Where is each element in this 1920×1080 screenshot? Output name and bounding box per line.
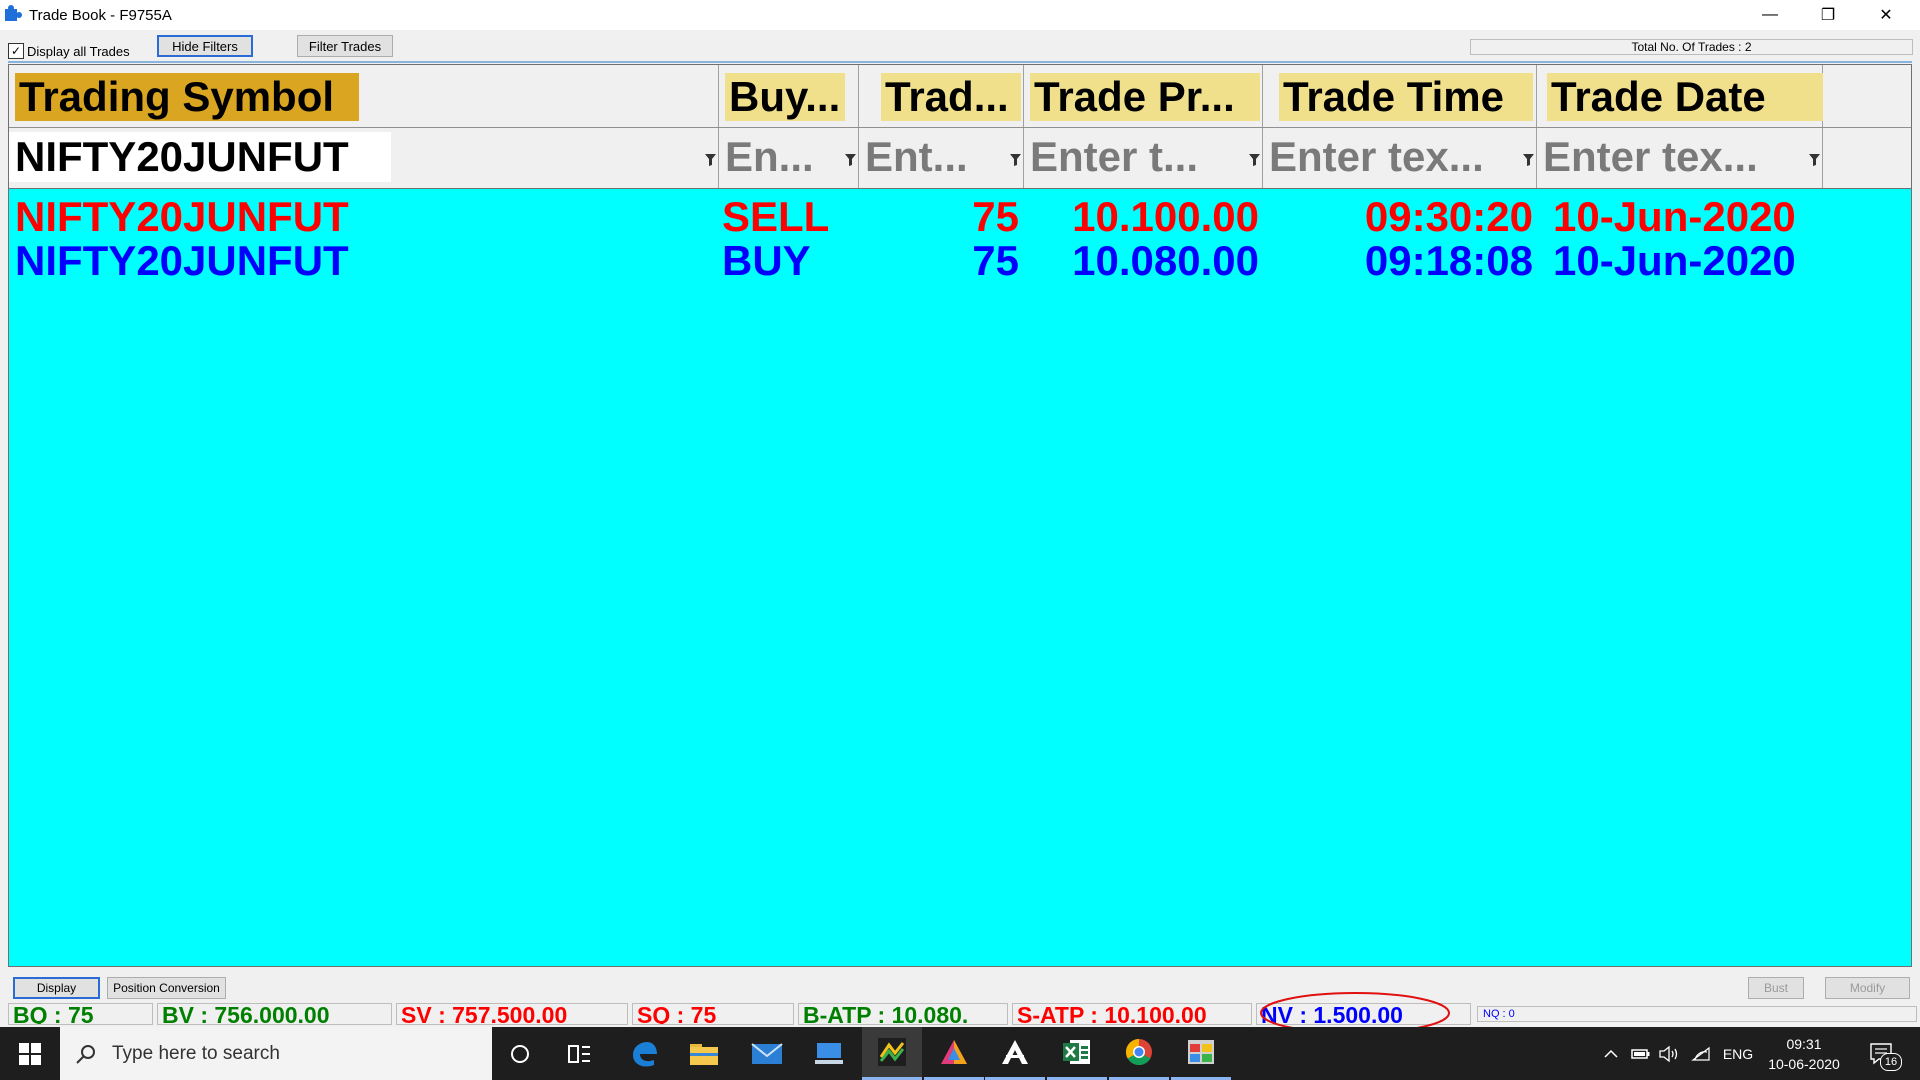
- restore-button[interactable]: ❐: [1799, 0, 1857, 30]
- stat-sell-atp: S-ATP : 10.100.00: [1012, 1003, 1252, 1025]
- wifi-icon[interactable]: [1688, 1027, 1714, 1080]
- notification-count-badge: 16: [1880, 1053, 1902, 1071]
- stat-buy-value: BV : 756.000.00: [157, 1003, 392, 1025]
- filter-funnel-icon[interactable]: [705, 154, 716, 166]
- column-header-label: Trade Time: [1279, 73, 1533, 121]
- stat-sell-value: SV : 757.500.00: [396, 1003, 628, 1025]
- cell-time: 09:30:20: [1364, 195, 1533, 239]
- cell-side: SELL: [722, 195, 830, 239]
- stat-net-qty: NQ : 0: [1477, 1006, 1917, 1022]
- minimize-button[interactable]: —: [1741, 0, 1799, 30]
- trading-terminal-icon[interactable]: [862, 1027, 922, 1080]
- stat-buy-qty: BQ : 75: [8, 1003, 153, 1025]
- filter-funnel-icon[interactable]: [845, 154, 856, 166]
- column-header-label: Buy...: [725, 73, 845, 121]
- grid-filter-row: NIFTY20JUNFUT En... Ent... Enter t... En…: [9, 127, 1911, 189]
- file-explorer-icon[interactable]: [674, 1027, 734, 1080]
- column-header-label: Trade Date: [1547, 73, 1823, 121]
- stat-buy-atp: B-ATP : 10.080.: [798, 1003, 1008, 1025]
- column-header-trade-time[interactable]: Trade Time: [1263, 65, 1537, 127]
- cell-side: BUY: [722, 239, 811, 283]
- column-header-label: Trad...: [881, 73, 1021, 121]
- close-button[interactable]: ✕: [1857, 0, 1915, 30]
- clock-time: 09:31: [1786, 1035, 1822, 1052]
- window-app-icon[interactable]: [1171, 1027, 1231, 1080]
- cell-date: 10-Jun-2020: [1553, 239, 1796, 283]
- cell-time: 09:18:08: [1364, 239, 1533, 283]
- filter-input-traded-qty[interactable]: Ent...: [859, 132, 1006, 182]
- filter-cell-trade-price: Enter t...: [1024, 128, 1263, 188]
- chrome-icon[interactable]: [1109, 1027, 1169, 1080]
- title-bar: [0, 0, 1920, 30]
- search-placeholder: Type here to search: [112, 1042, 280, 1064]
- cortana-icon[interactable]: [490, 1027, 550, 1080]
- remote-desktop-icon[interactable]: [799, 1027, 859, 1080]
- display-all-trades-checkbox[interactable]: ✓ Display all Trades: [8, 42, 130, 60]
- cell-date: 10-Jun-2020: [1553, 195, 1796, 239]
- filter-cell-trade-date: Enter tex...: [1537, 128, 1823, 188]
- stat-sell-qty: SQ : 75: [632, 1003, 794, 1025]
- filter-cell-trading-symbol: NIFTY20JUNFUT: [9, 128, 719, 188]
- column-header-traded-qty[interactable]: Trad...: [859, 65, 1024, 127]
- position-conversion-button[interactable]: Position Conversion: [107, 977, 226, 999]
- display-all-trades-label: Display all Trades: [27, 43, 130, 59]
- checkbox-check-icon[interactable]: ✓: [8, 43, 24, 59]
- column-header-trading-symbol[interactable]: Trading Symbol: [9, 65, 719, 127]
- cell-symbol: NIFTY20JUNFUT: [15, 239, 349, 283]
- clock-date: 10-06-2020: [1768, 1055, 1840, 1072]
- filter-funnel-icon[interactable]: [1523, 154, 1534, 166]
- filter-cell-traded-qty: Ent...: [859, 128, 1024, 188]
- aquila-icon[interactable]: [985, 1027, 1045, 1080]
- column-header-buy-sell[interactable]: Buy...: [719, 65, 859, 127]
- language-indicator[interactable]: ENG: [1718, 1027, 1758, 1080]
- column-header-trade-date[interactable]: Trade Date: [1537, 65, 1823, 127]
- filter-funnel-icon[interactable]: [1249, 154, 1260, 166]
- show-hidden-icons-chevron-icon[interactable]: [1599, 1027, 1623, 1080]
- column-header-label: Trade Pr...: [1030, 73, 1260, 121]
- search-icon: [76, 1044, 95, 1064]
- volume-icon[interactable]: [1656, 1027, 1684, 1080]
- filter-trades-button[interactable]: Filter Trades: [297, 35, 393, 57]
- grid-header-row: Trading Symbol Buy... Trad... Trade Pr..…: [9, 65, 1911, 127]
- table-row[interactable]: NIFTY20JUNFUT SELL 75 10.100.00 09:30:20…: [9, 195, 1911, 239]
- cell-qty: 75: [972, 195, 1019, 239]
- edge-icon[interactable]: [614, 1027, 674, 1080]
- window-title: Trade Book - F9755A: [29, 7, 172, 24]
- bust-button[interactable]: Bust: [1748, 977, 1804, 999]
- display-button[interactable]: Display: [13, 977, 100, 999]
- task-view-icon[interactable]: [550, 1027, 610, 1080]
- windows-start-icon[interactable]: [0, 1027, 60, 1080]
- filter-funnel-icon[interactable]: [1809, 154, 1820, 166]
- clock[interactable]: 09:31 10-06-2020: [1760, 1027, 1848, 1080]
- toolbar-divider: [8, 61, 1912, 63]
- trade-grid[interactable]: Trading Symbol Buy... Trad... Trade Pr..…: [8, 64, 1912, 967]
- filter-cell-buy-sell: En...: [719, 128, 859, 188]
- excel-icon[interactable]: [1047, 1027, 1107, 1080]
- table-row[interactable]: NIFTY20JUNFUT BUY 75 10.080.00 09:18:08 …: [9, 239, 1911, 283]
- filter-cell-trade-time: Enter tex...: [1263, 128, 1537, 188]
- total-trades-count: Total No. Of Trades : 2: [1470, 39, 1913, 55]
- filter-input-trade-price[interactable]: Enter t...: [1024, 132, 1246, 182]
- cell-price: 10.080.00: [1072, 239, 1259, 283]
- cell-symbol: NIFTY20JUNFUT: [15, 195, 349, 239]
- app-puzzle-icon: [5, 5, 22, 21]
- prism-icon[interactable]: [924, 1027, 984, 1080]
- modify-button[interactable]: Modify: [1825, 977, 1910, 999]
- filter-input-trade-date[interactable]: Enter tex...: [1537, 132, 1805, 182]
- column-header-label: Trading Symbol: [15, 73, 359, 121]
- column-header-trade-price[interactable]: Trade Pr...: [1024, 65, 1263, 127]
- hide-filters-button[interactable]: Hide Filters: [157, 35, 253, 57]
- filter-input-trade-time[interactable]: Enter tex...: [1263, 132, 1519, 182]
- taskbar-search-box[interactable]: Type here to search: [60, 1027, 492, 1080]
- cell-qty: 75: [972, 239, 1019, 283]
- cell-price: 10.100.00: [1072, 195, 1259, 239]
- battery-icon[interactable]: [1628, 1027, 1654, 1080]
- filter-input-buy-sell[interactable]: En...: [719, 132, 841, 182]
- filter-input-trading-symbol[interactable]: NIFTY20JUNFUT: [9, 132, 391, 182]
- mail-icon[interactable]: [737, 1027, 797, 1080]
- filter-funnel-icon[interactable]: [1010, 154, 1021, 166]
